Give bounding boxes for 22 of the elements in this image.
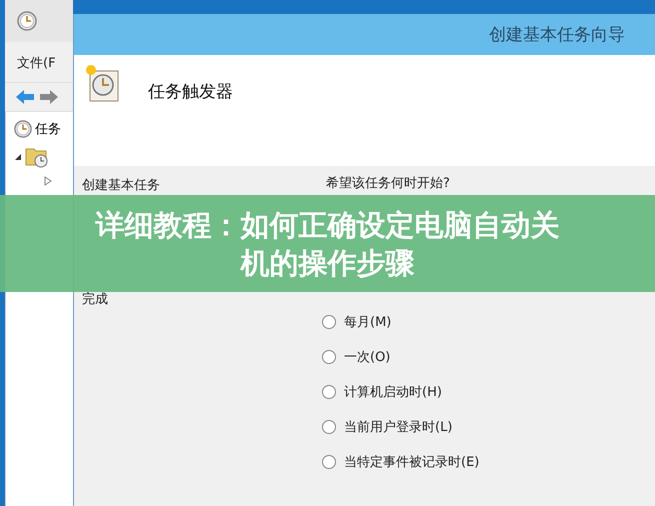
menu-item[interactable]: 文件(F [5, 42, 73, 82]
radio-option[interactable]: 当前用户登录时(L) [322, 418, 655, 436]
clock-icon [17, 11, 37, 31]
folder-clock-icon[interactable] [25, 146, 49, 168]
forward-icon[interactable] [39, 89, 59, 105]
banner-text: 机的操作步骤 [240, 244, 414, 282]
collapse-icon[interactable] [44, 176, 52, 186]
expand-icon[interactable] [14, 153, 22, 161]
clock-sun-icon [84, 63, 120, 103]
radio-option[interactable]: 一次(O) [322, 348, 655, 366]
question-label: 希望该任务何时开始? [326, 175, 450, 192]
clock-icon [14, 120, 32, 138]
radio-option[interactable]: 当特定事件被记录时(E) [322, 453, 655, 471]
banner-text: 详细教程：如何正确设定电脑自动关 [96, 206, 560, 244]
wizard-step: 创建基本任务 [74, 172, 306, 198]
radio-option[interactable]: 计算机启动时(H) [322, 383, 655, 401]
tree-item[interactable]: 任务 [35, 120, 61, 138]
radio-option[interactable]: 每月(M) [322, 313, 655, 331]
page-heading: 任务触发器 [148, 81, 233, 103]
wizard-step: 完成 [74, 286, 306, 312]
dialog-title: 创建基本任务向导 [489, 24, 625, 46]
back-icon[interactable] [15, 89, 35, 105]
